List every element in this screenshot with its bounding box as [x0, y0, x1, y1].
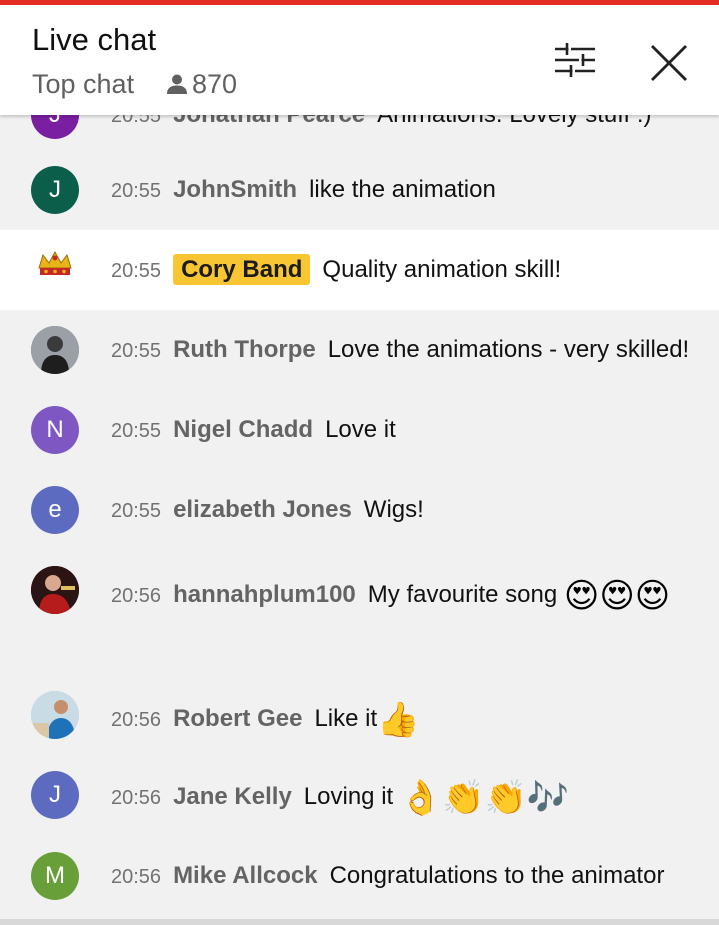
message-author[interactable]: JohnSmith — [173, 176, 297, 203]
avatar — [31, 566, 79, 614]
message-time: 20:56 — [111, 866, 162, 888]
message-text: like the animation — [309, 176, 496, 203]
message-time: 20:56 — [111, 709, 162, 731]
clapping-hands-emoji: 👏 — [484, 779, 527, 817]
avatar — [31, 691, 79, 739]
filter-button[interactable] — [553, 41, 597, 81]
avatar: J — [31, 771, 79, 819]
musical-notes-emoji: 🎶 — [526, 779, 570, 817]
chat-message: e 20:55 elizabeth Jones Wigs! — [0, 470, 719, 550]
message-text: Congratulations to the animator — [329, 862, 665, 889]
message-author[interactable]: Mike Allcock — [173, 862, 318, 889]
viewer-count: 870 — [166, 69, 237, 100]
heart-eyes-emoji: 😍 — [563, 577, 600, 615]
person-icon — [167, 74, 187, 94]
chat-message: J 20:55 Jonathan Pearce Animations. Lovely… — [0, 115, 719, 150]
chat-mode-selector[interactable]: Top chat — [32, 69, 134, 100]
avatar — [31, 326, 79, 374]
close-icon — [651, 45, 687, 81]
message-author[interactable]: Robert Gee — [173, 705, 302, 732]
message-author[interactable]: Ruth Thorpe — [173, 336, 316, 363]
thumbs-up-emoji: 👍 — [377, 701, 420, 739]
viewer-count-value: 870 — [192, 69, 238, 99]
message-time: 20:56 — [111, 585, 162, 607]
message-time: 20:55 — [111, 500, 162, 522]
message-text: Like it — [314, 705, 378, 732]
heart-eyes-emoji: 😍 — [599, 577, 635, 615]
avatar: M — [31, 852, 79, 900]
ok-hand-emoji: 👌 — [399, 779, 443, 817]
message-time: 20:56 — [111, 787, 162, 809]
user-photo-icon — [31, 326, 79, 374]
message-author-badge[interactable]: Cory Band — [173, 254, 311, 285]
clapping-hands-emoji: 👏 — [442, 779, 485, 817]
message-text: Quality animation skill! — [322, 256, 562, 283]
heart-eyes-emoji: 😍 — [634, 577, 671, 615]
message-text: Wigs! — [363, 496, 424, 523]
message-author[interactable]: Nigel Chadd — [173, 416, 313, 443]
chat-message: M 20:56 Mike Allcock Congratulations to th… — [0, 845, 719, 920]
chat-title: Live chat — [32, 22, 157, 57]
message-time: 20:55 — [111, 180, 162, 202]
message-text: Love it — [325, 416, 396, 443]
chat-message-highlighted: 20:55 Cory Band Quality animation skill! — [0, 230, 719, 310]
bottom-divider — [0, 919, 719, 925]
message-author[interactable]: elizabeth Jones — [173, 496, 352, 523]
chat-feed[interactable]: J 20:55 Jonathan Pearce Animations. Lovely… — [0, 115, 719, 925]
chat-message: 20:56 Robert Gee Like it👍 — [0, 685, 719, 765]
chat-message: N 20:55 Nigel Chadd Love it — [0, 390, 719, 470]
message-time: 20:55 — [111, 340, 162, 362]
cory-logo-avatar — [31, 246, 79, 294]
close-button[interactable] — [648, 42, 690, 84]
avatar: J — [31, 166, 79, 214]
message-text: Animations. Lovely stuff :) — [377, 115, 651, 128]
chat-message: 20:56 hannahplum100 My favourite song 😍😍😍 — [0, 550, 719, 685]
message-time: 20:55 — [111, 420, 162, 442]
message-time: 20:55 — [111, 260, 162, 282]
user-photo-icon — [31, 691, 79, 739]
user-photo-icon — [31, 566, 79, 614]
avatar: e — [31, 486, 79, 534]
message-text: My favourite song — [367, 581, 558, 608]
chat-header: Live chat Top chat 870 — [0, 5, 719, 115]
message-author[interactable]: hannahplum100 — [173, 581, 356, 608]
message-time: 20:55 — [111, 115, 162, 127]
avatar: J — [31, 115, 79, 139]
chat-message: J 20:56 Jane Kelly Loving it 👌👏👏🎶 — [0, 765, 719, 845]
crown-logo-icon — [38, 250, 72, 275]
avatar: N — [31, 406, 79, 454]
message-text: Loving it — [303, 783, 394, 810]
sliders-icon — [555, 43, 595, 77]
message-text: Love the animations - very skilled! — [327, 336, 690, 363]
message-author[interactable]: Jonathan Pearce — [173, 115, 365, 128]
message-author[interactable]: Jane Kelly — [173, 783, 292, 810]
chat-message: 20:55 Ruth Thorpe Love the animations - ve… — [0, 310, 719, 390]
chat-message: J 20:55 JohnSmith like the animation — [0, 150, 719, 230]
